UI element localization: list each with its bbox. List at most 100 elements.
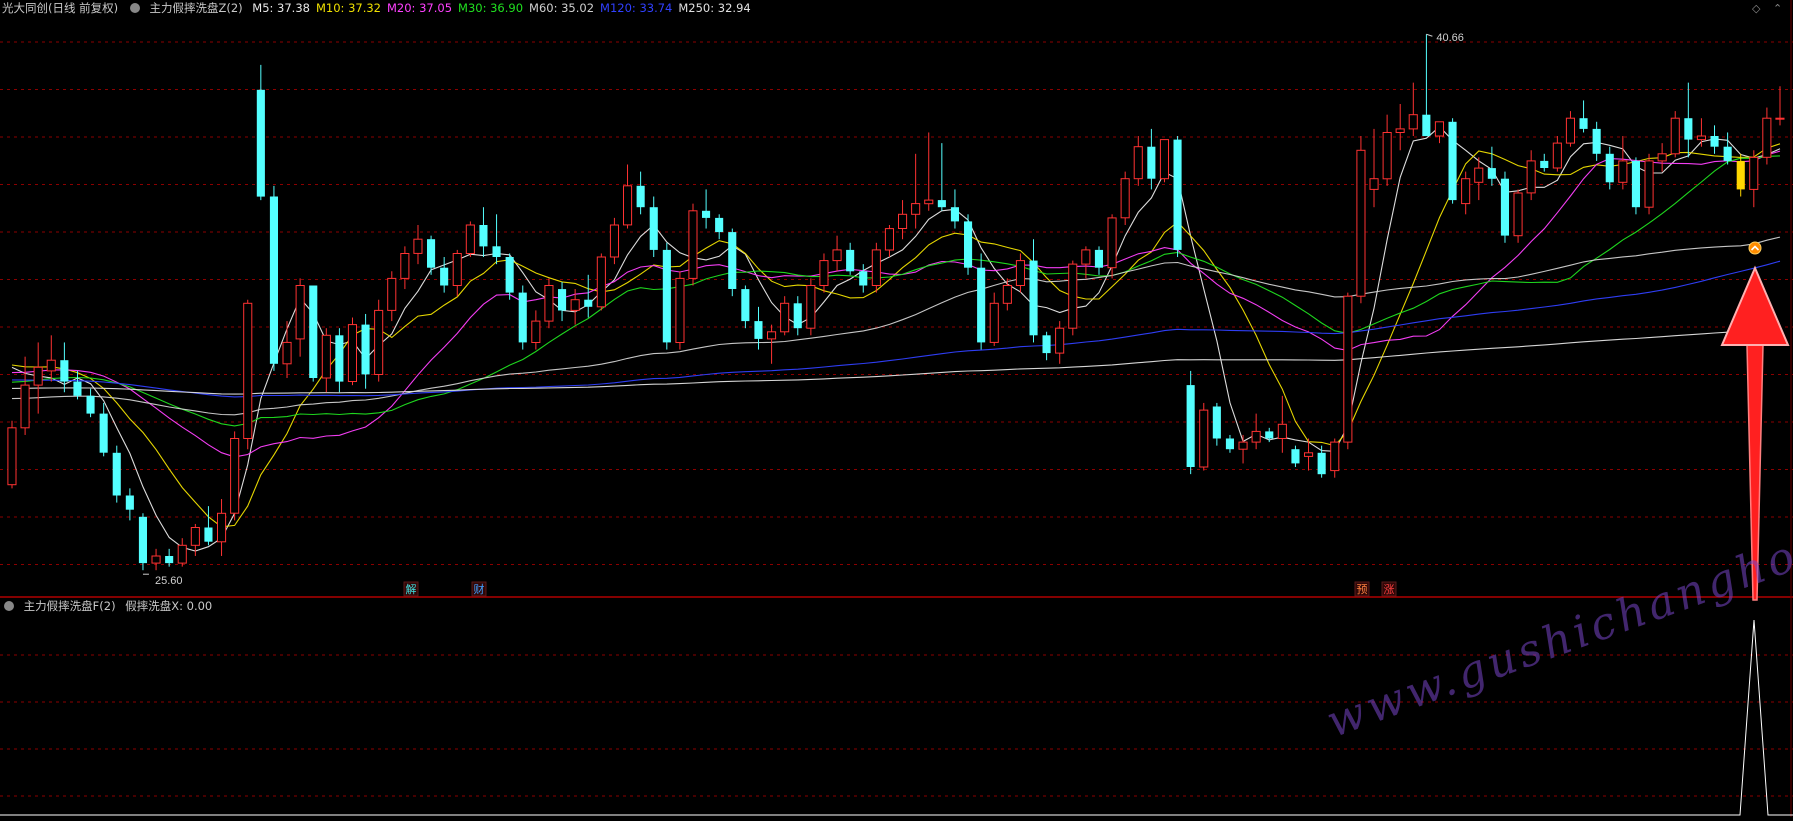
candle [1605, 146, 1614, 190]
candle [374, 299, 384, 382]
candle [1775, 86, 1785, 126]
candle-body [1513, 192, 1523, 237]
candle [177, 538, 187, 567]
candle [584, 274, 593, 318]
candle-body [1448, 121, 1457, 201]
candle [636, 171, 645, 215]
marker-label: 财 [474, 582, 485, 596]
candle-body [518, 292, 527, 343]
candle-body [413, 238, 423, 254]
candle-body [832, 249, 842, 262]
candle-body [1225, 438, 1234, 450]
candle-body [1277, 423, 1287, 439]
candle-body [387, 277, 397, 311]
kline-chart[interactable]: 40.66 25.60 解 财 预 涨 [0, 0, 1793, 817]
sub-indicator-toggle-icon[interactable] [4, 601, 14, 611]
candle-body [321, 334, 331, 379]
indicator-toggle-icon[interactable] [129, 3, 140, 13]
candle [688, 203, 698, 286]
candle [282, 321, 292, 379]
low-price-label: 25.60 [155, 575, 183, 587]
candle [387, 271, 397, 322]
candle-body [754, 321, 763, 339]
candle [702, 189, 711, 229]
candle [151, 548, 161, 571]
candle [884, 224, 895, 258]
candle [1422, 34, 1431, 137]
candle-body [282, 341, 292, 365]
candle-body [177, 544, 187, 564]
candle [1448, 118, 1457, 204]
candle-body [1710, 136, 1719, 147]
candle-body [151, 555, 161, 564]
main-header: 光大同创(日线 前复权) 主力假摔洗盘Z(2) M5: 37.38 M10: 37… [2, 0, 763, 16]
candle [361, 313, 370, 389]
candle [1343, 292, 1353, 450]
candle [649, 196, 658, 258]
candle-body [937, 200, 946, 208]
candle-body [780, 302, 790, 333]
candlesticks [7, 34, 1785, 571]
candle-body [1461, 178, 1471, 205]
candle [558, 281, 567, 322]
candle [1212, 402, 1221, 446]
sub-indicator-value: 假摔洗盘X: 0.00 [125, 599, 213, 613]
candle-body [1029, 260, 1038, 336]
candle-body [570, 299, 580, 311]
marker-label: 预 [1357, 583, 1368, 596]
candle [531, 310, 541, 350]
candle [1291, 445, 1300, 467]
candle-body [295, 285, 305, 340]
chevron-up-icon[interactable]: ⌃ [1773, 2, 1782, 15]
candle [73, 370, 82, 400]
candle-body [715, 217, 724, 233]
candle-body [1408, 114, 1418, 130]
candle-body [230, 438, 240, 514]
candle-body [728, 232, 737, 289]
candle-body [1565, 117, 1576, 144]
candle-body [1605, 153, 1614, 183]
candle-body [1120, 178, 1130, 219]
candle [767, 324, 777, 364]
candle-body [675, 277, 685, 343]
indicator-name: 主力假摔洗盘Z(2) [149, 1, 243, 15]
candle [1133, 136, 1143, 186]
candle [46, 335, 56, 382]
candle [793, 296, 802, 336]
marker-label: 涨 [1384, 583, 1395, 596]
candle [728, 228, 737, 297]
candle-body [138, 516, 147, 564]
candle [99, 402, 108, 457]
candle [1500, 171, 1509, 243]
candle [1199, 402, 1209, 471]
candle [204, 506, 213, 546]
candle-body [1068, 263, 1078, 329]
ma-legend-item: M5: 37.38 [252, 1, 310, 15]
candle-body [1173, 139, 1182, 250]
candle [465, 221, 475, 258]
candle-body [1487, 168, 1496, 179]
candle-body [243, 302, 253, 439]
candle-body [86, 395, 95, 414]
candle [86, 388, 95, 418]
candle-body [1736, 160, 1745, 190]
candle [1552, 136, 1562, 172]
candle [7, 420, 17, 489]
candle [1265, 427, 1274, 443]
candle-body [662, 249, 671, 343]
candle-body [1670, 117, 1680, 155]
candle-body [1552, 142, 1562, 169]
candle [846, 242, 855, 275]
candle-body [911, 203, 921, 215]
candle-body [1212, 406, 1221, 439]
candle-body [20, 384, 30, 429]
candle-body [99, 413, 108, 453]
candle-body [1317, 452, 1326, 475]
diamond-icon[interactable]: ◇ [1752, 2, 1760, 15]
candle [715, 214, 724, 240]
candle [1540, 153, 1549, 172]
candle-body [1199, 409, 1209, 468]
candle-body [924, 199, 934, 205]
candle [1277, 395, 1287, 453]
candle-body [60, 360, 69, 382]
